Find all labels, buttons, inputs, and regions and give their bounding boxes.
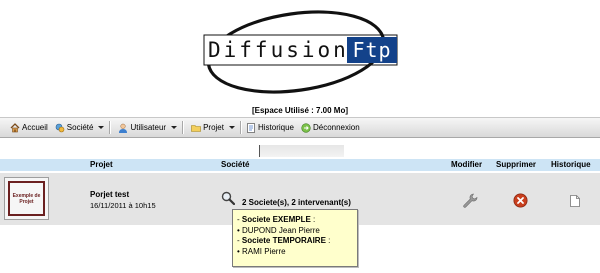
main-toolbar: Accueil Société Utilisateur Projet Histo… <box>0 117 600 138</box>
history-document-icon <box>246 122 256 133</box>
toolbar-societe-label: Société <box>66 123 94 132</box>
logout-icon <box>301 122 311 133</box>
toolbar-separator <box>182 121 185 134</box>
toolbar-historique-label: Historique <box>257 123 294 132</box>
societe-summary-link[interactable]: 2 Societe(s), 2 intervenant(s) <box>242 198 351 207</box>
toolbar-utilisateur-menu[interactable]: Utilisateur <box>112 119 181 136</box>
column-header-projet: Projet <box>90 160 113 169</box>
toolbar-societe-menu[interactable]: Société <box>52 119 109 136</box>
user-icon <box>118 123 128 133</box>
chevron-down-icon <box>98 126 105 129</box>
space-used-label: [Espace Utilisé : 7.00 Mo] <box>251 106 349 115</box>
folder-icon <box>191 123 201 133</box>
wrench-icon[interactable] <box>462 193 478 209</box>
logo-word: Diffusion <box>208 38 349 62</box>
toolbar-historique-button[interactable]: Historique <box>243 119 298 136</box>
column-header-societe: Société <box>221 160 250 169</box>
toolbar-projet-menu[interactable]: Projet <box>185 119 239 136</box>
table-header: Projet Société Modifier Supprimer Histor… <box>0 159 600 171</box>
column-header-modifier: Modifier <box>451 160 483 169</box>
project-date: 16/11/2011 à 10h15 <box>90 201 156 210</box>
history-document-icon[interactable] <box>570 194 580 207</box>
toolbar-deconnexion-button[interactable]: Déconnexion <box>298 119 364 136</box>
tooltip-company-name: Societe TEMPORAIRE <box>241 236 326 245</box>
logo-box-word: Ftp <box>347 37 397 63</box>
magnifier-icon[interactable] <box>221 191 236 206</box>
societe-tooltip: - Societe EXEMPLE : • DUPOND Jean Pierre… <box>232 209 358 267</box>
project-thumbnail[interactable]: Exemple de Projet <box>4 177 49 220</box>
toolbar-separator <box>109 121 112 134</box>
column-header-historique: Historique <box>551 160 591 169</box>
tooltip-person: • RAMI Pierre <box>237 246 286 256</box>
project-name[interactable]: Porjet test <box>90 190 129 199</box>
home-icon <box>10 122 20 133</box>
project-thumbnail-label: Exemple de Projet <box>8 181 45 216</box>
toolbar-deconnexion-label: Déconnexion <box>312 123 360 132</box>
toolbar-utilisateur-label: Utilisateur <box>130 123 167 132</box>
diffusion-ftp-logo: Diffusion Ftp <box>200 4 400 102</box>
toolbar-projet-label: Projet <box>203 123 224 132</box>
tooltip-company-name: Societe EXEMPLE <box>241 215 311 224</box>
chevron-down-icon <box>228 126 235 129</box>
tooltip-company-line: - Societe TEMPORAIRE : <box>237 236 331 245</box>
column-header-supprimer: Supprimer <box>496 160 537 169</box>
tooltip-person: • DUPOND Jean Pierre <box>237 225 320 235</box>
chevron-down-icon <box>171 126 178 129</box>
search-input[interactable] <box>259 145 344 157</box>
toolbar-separator <box>239 121 242 134</box>
delete-icon[interactable] <box>513 193 528 208</box>
company-icon <box>55 123 65 133</box>
toolbar-accueil-label: Accueil <box>22 123 48 132</box>
toolbar-accueil-button[interactable]: Accueil <box>0 119 52 136</box>
tooltip-company-line: - Societe EXEMPLE : <box>237 215 316 224</box>
